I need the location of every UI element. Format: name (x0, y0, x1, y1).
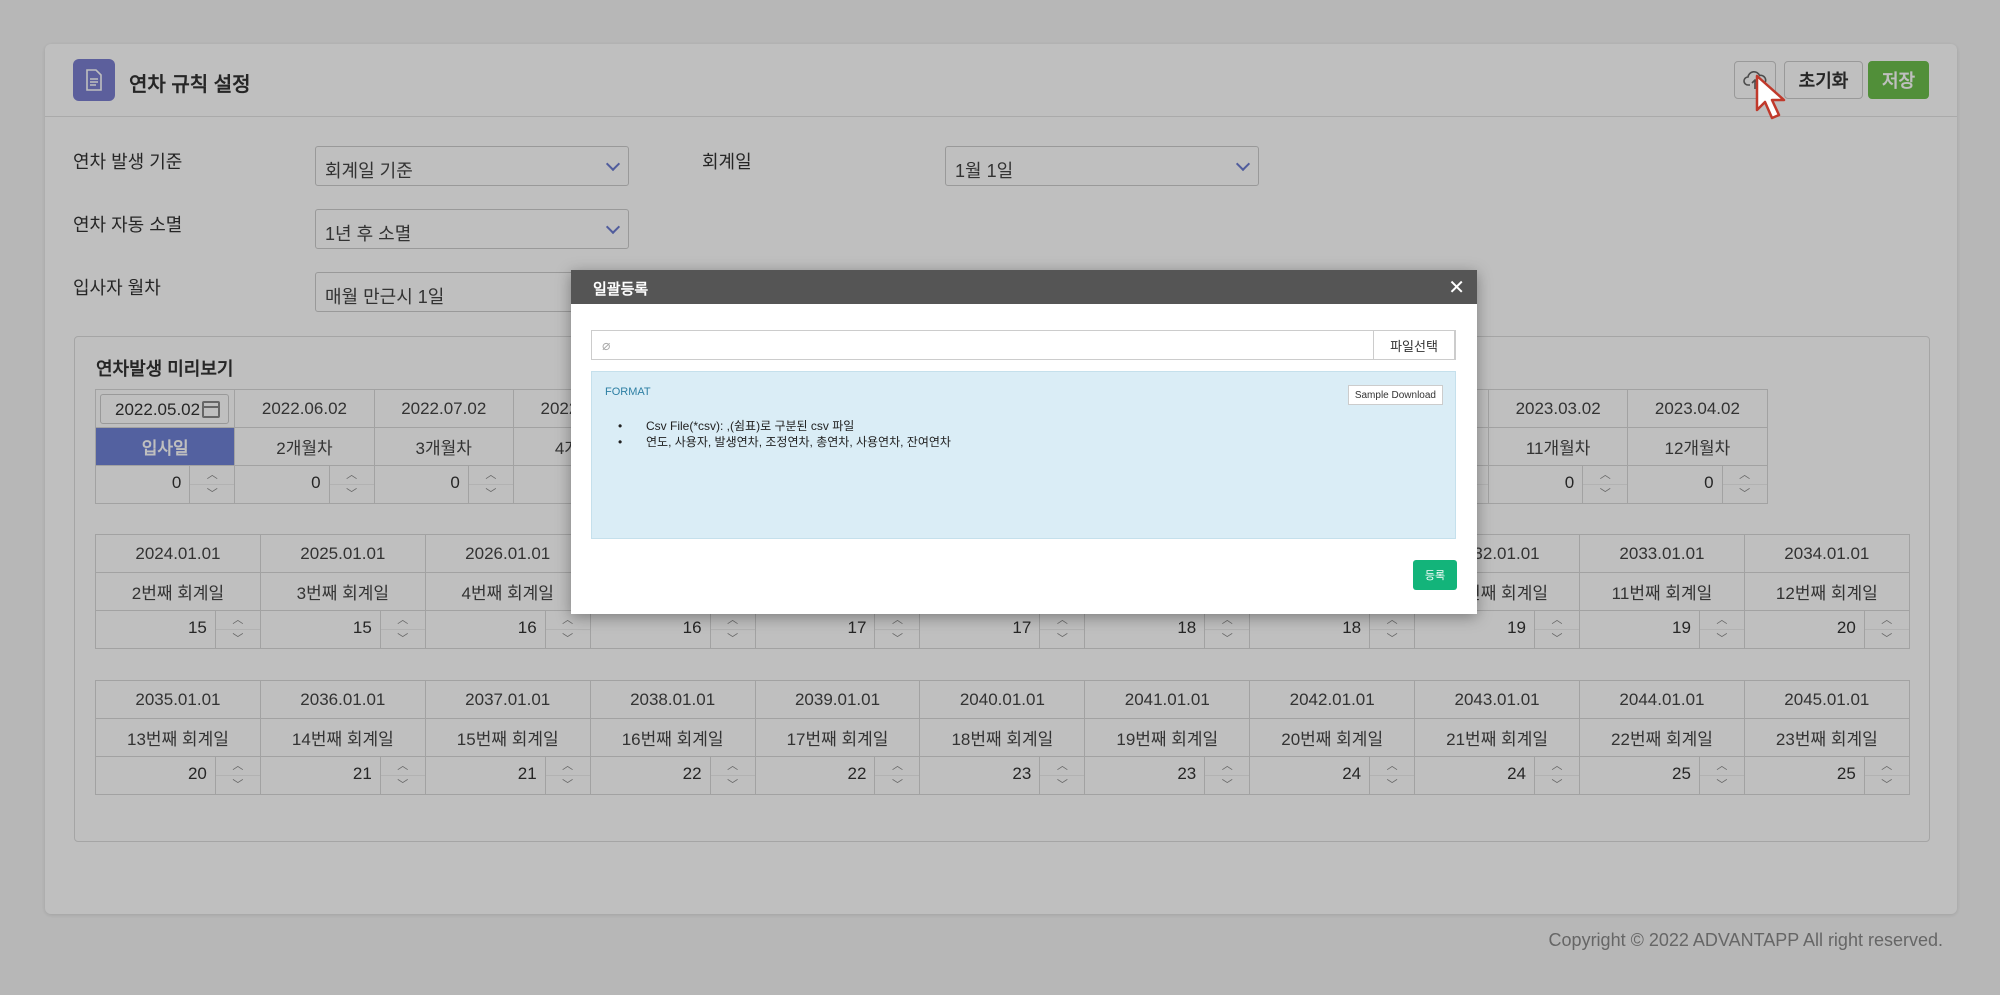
submit-button[interactable]: 등록 (1413, 560, 1457, 590)
format-list: Csv File(*csv): ,(쉼표)로 구분된 csv 파일 연도, 사용… (618, 418, 951, 450)
modal-header: 일괄등록 ✕ (571, 270, 1477, 304)
file-select-button[interactable]: 파일선택 (1373, 330, 1455, 360)
bulk-register-modal: 일괄등록 ✕ ⌀ 파일선택 FORMAT Sample Download Csv… (571, 270, 1477, 614)
format-item: Csv File(*csv): ,(쉼표)로 구분된 csv 파일 (618, 418, 951, 434)
modal-title: 일괄등록 (593, 281, 649, 298)
file-input[interactable]: ⌀ 파일선택 (591, 330, 1456, 360)
sample-download-button[interactable]: Sample Download (1347, 385, 1443, 405)
format-title: FORMAT (605, 386, 651, 398)
format-box: FORMAT Sample Download Csv File(*csv): ,… (591, 371, 1456, 539)
mouse-cursor-icon (1755, 74, 1786, 120)
format-item: 연도, 사용자, 발생연차, 조정연차, 총연차, 사용연차, 잔여연차 (618, 434, 951, 450)
close-icon[interactable]: ✕ (1448, 275, 1465, 300)
paperclip-icon: ⌀ (602, 337, 611, 353)
